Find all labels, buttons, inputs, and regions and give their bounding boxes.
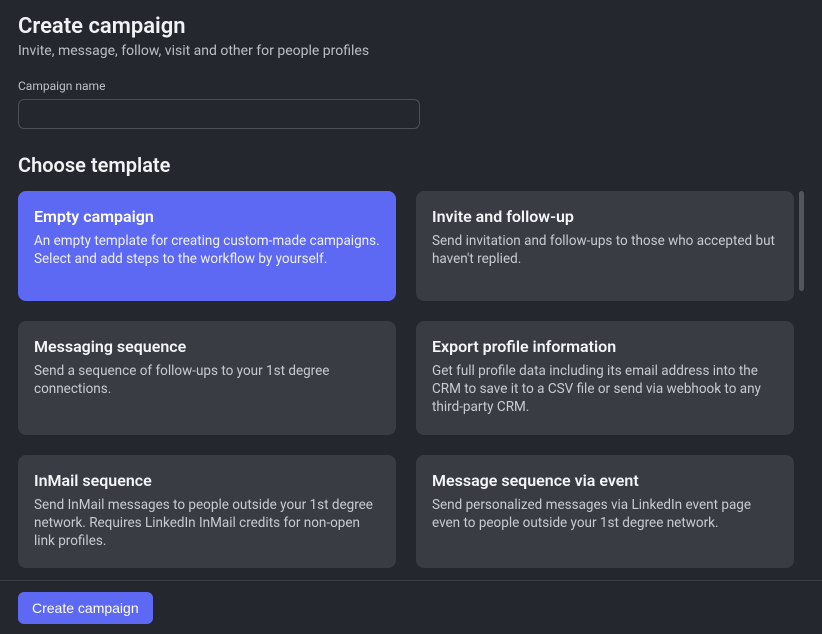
template-card-title: Messaging sequence — [34, 337, 380, 356]
scrollbar-thumb[interactable] — [799, 191, 804, 291]
template-card[interactable]: Empty campaign An empty template for crea… — [18, 191, 396, 301]
choose-template-title: Choose template — [18, 153, 804, 177]
template-card[interactable]: InMail sequence Send InMail messages to p… — [18, 455, 396, 569]
template-card-title: Invite and follow-up — [432, 207, 778, 226]
template-card-desc: An empty template for creating custom-ma… — [34, 232, 380, 268]
campaign-name-input[interactable] — [18, 99, 420, 129]
template-card[interactable]: Messaging sequence Send a sequence of fol… — [18, 321, 396, 435]
template-card-title: Message sequence via event — [432, 471, 778, 490]
template-card-title: InMail sequence — [34, 471, 380, 490]
template-card-desc: Send InMail messages to people outside y… — [34, 496, 380, 551]
page-subtitle: Invite, message, follow, visit and other… — [18, 43, 804, 59]
template-card-desc: Send invitation and follow-ups to those … — [432, 232, 778, 268]
template-card[interactable]: Export profile information Get full profi… — [416, 321, 794, 435]
create-campaign-button[interactable]: Create campaign — [18, 592, 153, 624]
template-card-title: Empty campaign — [34, 207, 380, 226]
template-card-title: Export profile information — [432, 337, 778, 356]
template-card-desc: Get full profile data including its emai… — [432, 362, 778, 417]
templates-scroll-area: Empty campaign An empty template for crea… — [18, 191, 804, 563]
footer-bar: Create campaign — [0, 580, 822, 634]
template-card-desc: Send personalized messages via LinkedIn … — [432, 496, 778, 532]
page-title: Create campaign — [18, 14, 804, 39]
campaign-name-label: Campaign name — [18, 79, 804, 93]
template-card[interactable]: Message sequence via event Send personali… — [416, 455, 794, 569]
template-card-desc: Send a sequence of follow-ups to your 1s… — [34, 362, 380, 398]
template-card[interactable]: Invite and follow-up Send invitation and … — [416, 191, 794, 301]
